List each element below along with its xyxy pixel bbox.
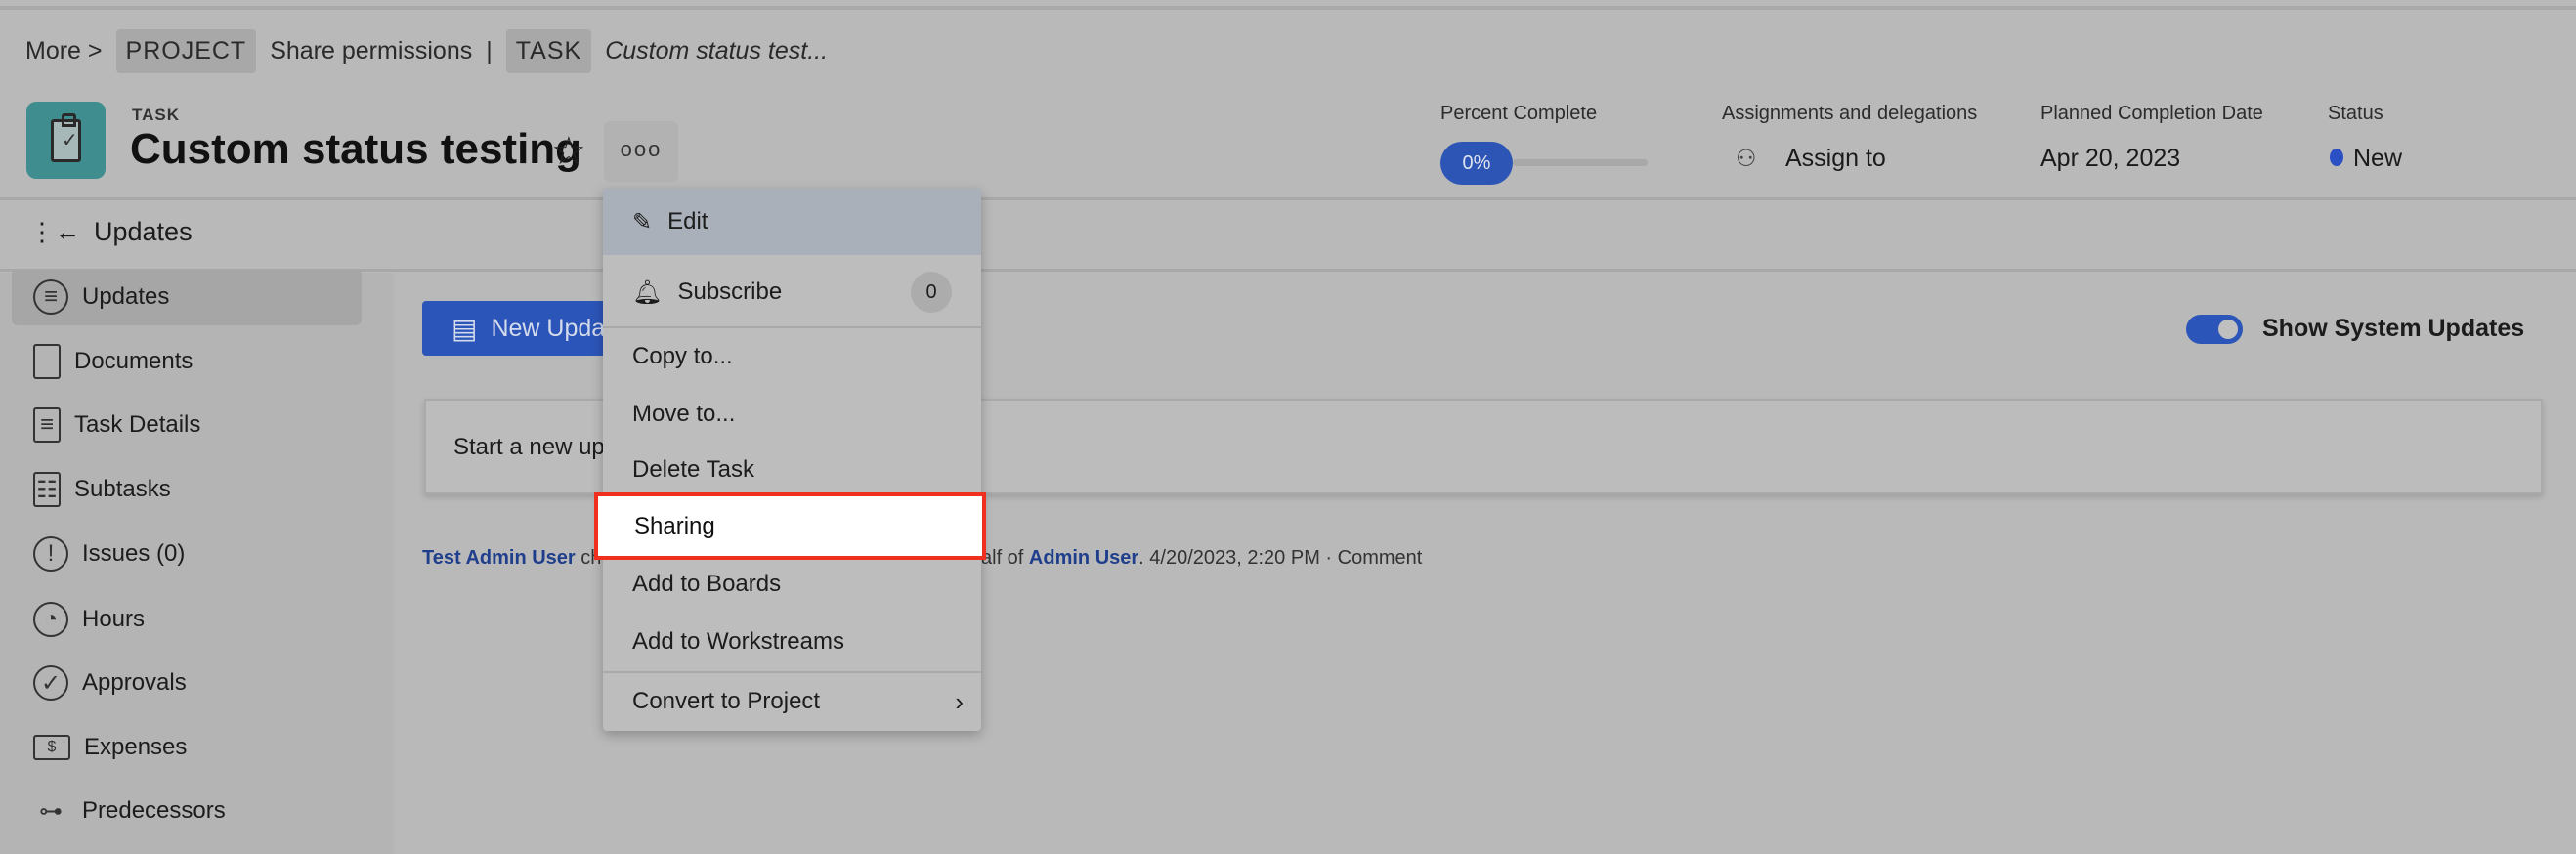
menu-label: Subscribe <box>677 278 783 305</box>
breadcrumb-project[interactable]: Share permissions <box>270 37 472 65</box>
menu-item-delete[interactable]: Delete Task <box>603 442 981 498</box>
sidebar-item-label: Hours <box>82 606 146 632</box>
exclamation-icon: ! <box>33 536 68 572</box>
sidebar-item-expenses[interactable]: $ Expenses <box>12 719 362 776</box>
task-clipboard-icon: ✓ <box>26 102 106 179</box>
sidebar-item-label: Approvals <box>82 669 187 696</box>
note-icon: ▤ <box>451 313 478 344</box>
person-icon: ⚇ <box>1736 146 1757 172</box>
task-chip: TASK <box>505 28 592 73</box>
panel-divider <box>0 269 2576 272</box>
sidebar-item-updates[interactable]: ≡ Updates <box>12 269 362 325</box>
menu-item-edit[interactable]: ✎ Edit <box>603 189 981 255</box>
menu-item-add-to-workstreams[interactable]: Add to Workstreams <box>603 614 981 670</box>
menu-label: Edit <box>667 208 708 235</box>
favorite-star-icon[interactable]: ☆ <box>551 129 586 174</box>
menu-item-move[interactable]: Move to... <box>603 386 981 443</box>
menu-item-sharing[interactable]: Sharing <box>594 492 986 560</box>
page-title: Custom status testing <box>130 125 582 173</box>
project-chip: PROJECT <box>115 28 257 73</box>
sidebar-item-subtasks[interactable]: ☷ Subtasks <box>12 461 362 518</box>
sidebar-item-label: Documents <box>74 348 193 374</box>
menu-item-add-to-boards[interactable]: Add to Boards <box>603 556 981 613</box>
sidebar-item-hours[interactable]: ◔ Hours <box>12 591 362 648</box>
sidebar-item-label: Updates <box>82 283 170 310</box>
pencil-icon: ✎ <box>632 208 653 235</box>
show-system-updates-toggle[interactable] <box>2186 315 2243 344</box>
sidebar-item-predecessors[interactable]: ⊶ Predecessors <box>12 783 362 839</box>
menu-label: Convert to Project <box>632 688 821 714</box>
menu-label: Delete Task <box>632 456 754 483</box>
menu-item-copy[interactable]: Copy to... <box>603 328 981 385</box>
activity-right: alf of Admin User. 4/20/2023, 2:20 PM · … <box>981 547 1422 570</box>
header-divider <box>0 197 2576 200</box>
planned-date-label: Planned Completion Date <box>2040 103 2263 124</box>
chat-bubble-icon: ≡ <box>33 279 68 315</box>
more-actions-menu: ✎ Edit 🔔︎ Subscribe 0 Copy to... Move to...… <box>603 189 981 731</box>
clock-icon: ◔ <box>33 602 68 637</box>
object-type: TASK <box>132 106 181 124</box>
assignments-label: Assignments and delegations <box>1722 103 1978 124</box>
document-icon <box>33 344 61 379</box>
sidebar-item-task-details[interactable]: ≡ Task Details <box>12 397 362 453</box>
sidebar-item-label: Predecessors <box>82 797 226 824</box>
sidebar-item-label: Issues (0) <box>82 540 186 567</box>
money-icon: $ <box>33 735 70 760</box>
panel-header: ⋮← Updates <box>29 217 193 247</box>
breadcrumb-more[interactable]: More > <box>25 37 103 65</box>
status-text: New <box>2353 145 2403 172</box>
menu-label: Add to Workstreams <box>632 628 844 655</box>
percent-complete-value[interactable]: 0% <box>1440 142 1513 185</box>
sidebar-item-label: Subtasks <box>74 476 171 502</box>
panel-title: Updates <box>94 217 193 246</box>
clipboard-list-icon: ☷ <box>33 472 61 507</box>
bell-icon: 🔔︎ <box>632 278 663 306</box>
menu-item-subscribe[interactable]: 🔔︎ Subscribe 0 <box>603 264 981 320</box>
activity-user-link[interactable]: Test Admin User <box>422 547 576 569</box>
more-actions-button[interactable]: ooo <box>604 121 678 182</box>
planned-date-value[interactable]: Apr 20, 2023 <box>2040 145 2180 173</box>
sidebar: ≡ Updates Documents ≡ Task Details ☷ Subtas… <box>0 269 394 854</box>
breadcrumb-separator: | <box>486 36 493 64</box>
breadcrumb: More > PROJECT Share permissions | TASK … <box>25 28 829 73</box>
activity-target-link[interactable]: Admin User <box>1029 547 1138 569</box>
assign-to-button[interactable]: Assign to <box>1785 145 1886 173</box>
sidebar-item-label: Expenses <box>84 734 188 760</box>
status-value[interactable]: New <box>2330 145 2402 173</box>
chevron-right-icon: › <box>955 686 964 716</box>
show-system-updates-label: Show System Updates <box>2262 315 2525 342</box>
comment-link[interactable]: Comment <box>1338 547 1423 569</box>
sidebar-item-documents[interactable]: Documents <box>12 333 362 390</box>
menu-label: Add to Boards <box>632 571 782 597</box>
menu-label: Copy to... <box>632 343 733 369</box>
sidebar-item-approvals[interactable]: ✓ Approvals <box>12 655 362 711</box>
status-label: Status <box>2328 103 2383 124</box>
top-divider <box>0 6 2576 10</box>
check-circle-icon: ✓ <box>33 665 68 701</box>
percent-complete-track[interactable] <box>1513 159 1648 166</box>
activity-time: . 4/20/2023, 2:20 PM · <box>1138 547 1338 569</box>
percent-complete-label: Percent Complete <box>1440 103 1598 124</box>
subscriber-count-badge: 0 <box>911 272 952 313</box>
sidebar-item-issues[interactable]: ! Issues (0) <box>12 526 362 582</box>
menu-label: Move to... <box>632 401 736 427</box>
activity-left: Test Admin User ch <box>422 547 601 570</box>
collapse-panel-icon[interactable]: ⋮← <box>29 217 80 247</box>
breadcrumb-task: Custom status test... <box>605 36 829 64</box>
sidebar-item-label: Task Details <box>74 411 201 438</box>
details-icon: ≡ <box>33 407 61 443</box>
predecessor-icon: ⊶ <box>39 797 63 825</box>
activity-text: alf of <box>981 547 1024 569</box>
menu-item-convert-to-project[interactable]: Convert to Project › <box>603 673 981 730</box>
status-dot <box>2330 149 2343 166</box>
